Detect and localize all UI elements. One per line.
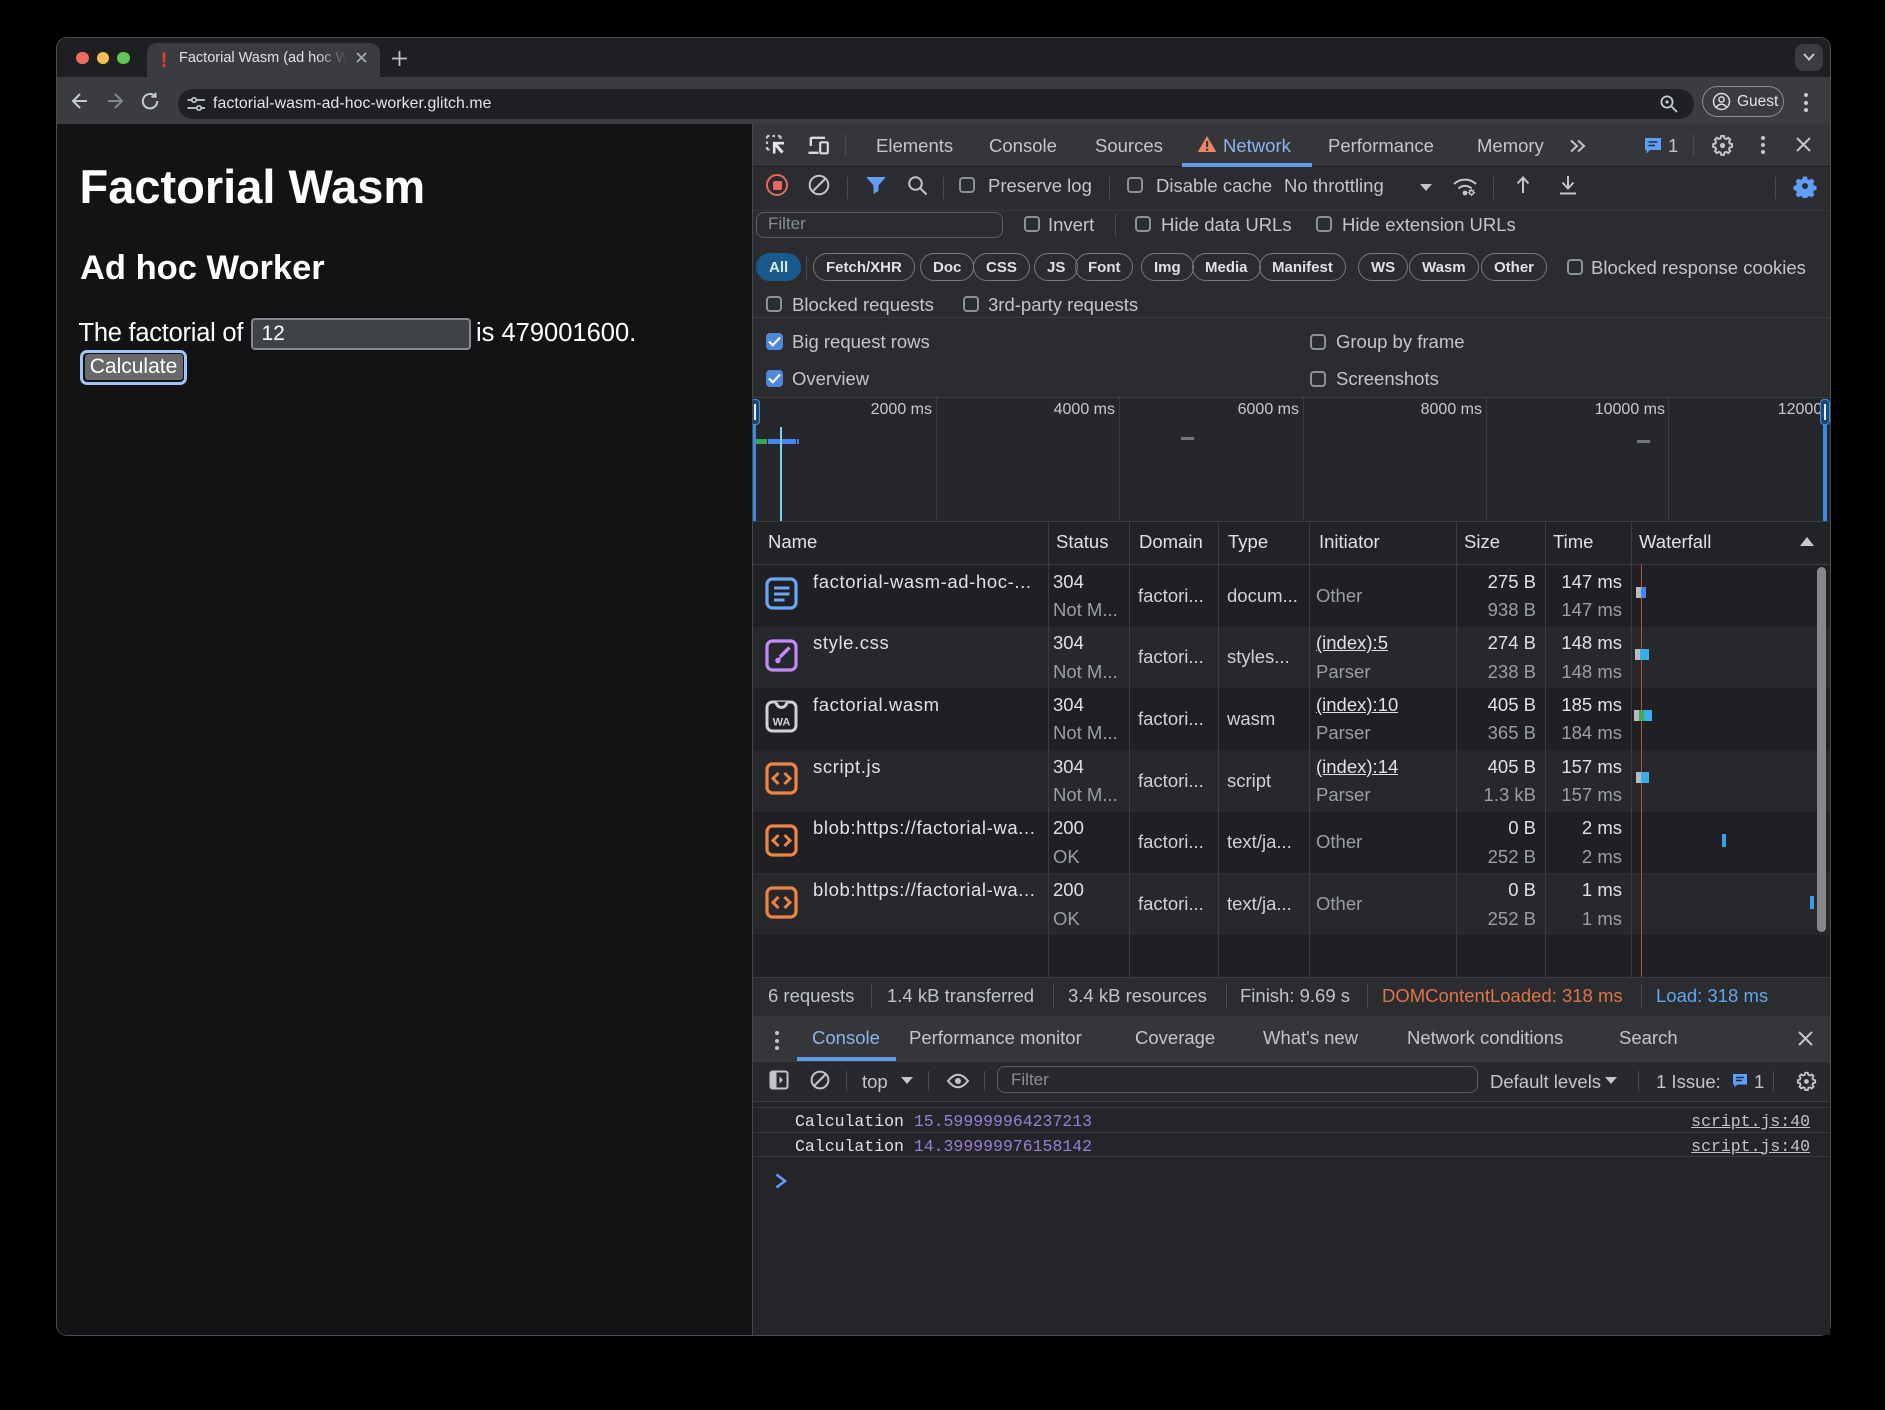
svg-text:WA: WA [773, 717, 791, 729]
